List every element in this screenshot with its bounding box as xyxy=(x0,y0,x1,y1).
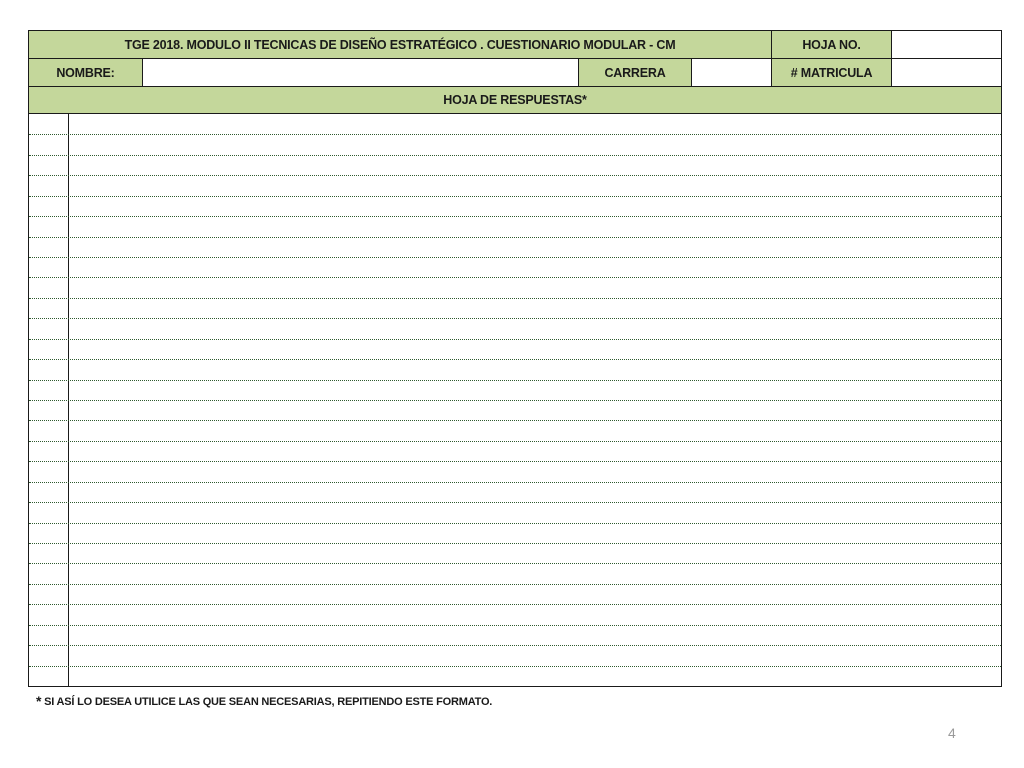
sheet-number-label: HOJA NO. xyxy=(771,31,891,59)
answer-line xyxy=(29,441,1001,442)
answer-line xyxy=(29,625,1001,626)
title-row: TGE 2018. MODULO II TECNICAS DE DISEÑO E… xyxy=(29,31,1001,59)
answer-line xyxy=(29,584,1001,585)
career-field[interactable] xyxy=(691,59,771,87)
answer-lines-area[interactable] xyxy=(29,114,1001,686)
id-number-field[interactable] xyxy=(891,59,1001,87)
answer-line xyxy=(29,380,1001,381)
name-label: NOMBRE: xyxy=(29,59,142,87)
page-number: 4 xyxy=(948,725,956,741)
sheet-number-field[interactable] xyxy=(891,31,1001,59)
form-title: TGE 2018. MODULO II TECNICAS DE DISEÑO E… xyxy=(29,31,771,59)
answer-sheet-form: TGE 2018. MODULO II TECNICAS DE DISEÑO E… xyxy=(28,30,1002,687)
answer-line xyxy=(29,318,1001,319)
answer-line xyxy=(29,298,1001,299)
answer-line xyxy=(29,420,1001,421)
answer-line xyxy=(29,257,1001,258)
footnote: * SI ASÍ LO DESEA UTILICE LAS QUE SEAN N… xyxy=(36,692,493,709)
answer-line xyxy=(29,604,1001,605)
answer-line xyxy=(29,563,1001,564)
answer-line xyxy=(29,155,1001,156)
answer-line xyxy=(29,461,1001,462)
name-field[interactable] xyxy=(142,59,578,87)
footnote-text: SI ASÍ LO DESEA UTILICE LAS QUE SEAN NEC… xyxy=(41,696,493,708)
id-number-label: # MATRICULA xyxy=(771,59,891,87)
answer-line xyxy=(29,359,1001,360)
answers-section-title: HOJA DE RESPUESTAS* xyxy=(29,87,1001,114)
footnote-asterisk: * xyxy=(36,693,42,709)
answer-line xyxy=(29,502,1001,503)
answer-line xyxy=(29,277,1001,278)
answer-line xyxy=(29,400,1001,401)
answer-line xyxy=(29,523,1001,524)
career-label: CARRERA xyxy=(578,59,691,87)
answer-line xyxy=(29,645,1001,646)
answer-line xyxy=(29,666,1001,667)
answer-line xyxy=(29,482,1001,483)
answer-line xyxy=(29,216,1001,217)
answer-line xyxy=(29,543,1001,544)
answer-line xyxy=(29,339,1001,340)
answer-line xyxy=(29,175,1001,176)
answers-title-row: HOJA DE RESPUESTAS* xyxy=(29,87,1001,114)
answer-line xyxy=(29,237,1001,238)
slide: TGE 2018. MODULO II TECNICAS DE DISEÑO E… xyxy=(0,0,1024,768)
answer-line xyxy=(29,196,1001,197)
student-info-row: NOMBRE: CARRERA # MATRICULA xyxy=(29,59,1001,87)
answer-line xyxy=(29,134,1001,135)
